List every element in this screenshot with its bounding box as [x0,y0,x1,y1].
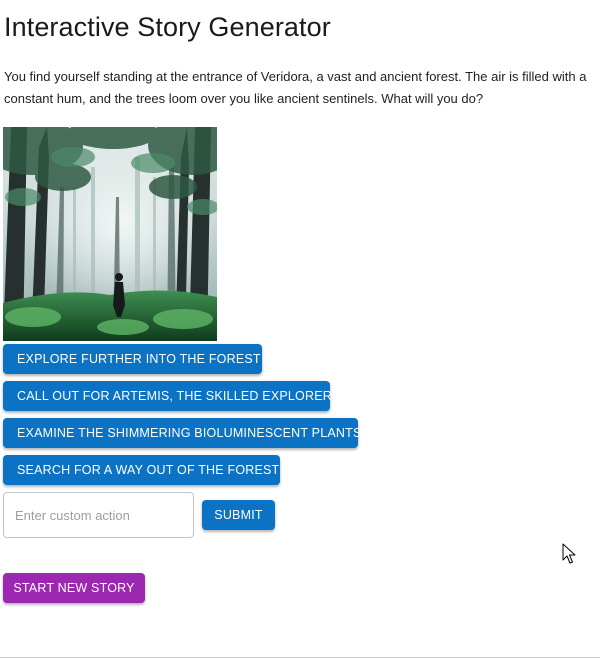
custom-action-input[interactable] [4,493,193,537]
choice-button-explore[interactable]: Explore further into the forest [3,344,262,374]
story-generator-page: Interactive Story Generator You find you… [0,0,600,659]
start-new-story-button[interactable]: Start New Story [3,573,145,603]
bottom-divider [0,657,600,658]
mouse-cursor-icon [562,543,576,564]
forest-scene-image [3,127,217,341]
choice-button-search-exit[interactable]: Search for a way out of the forest [3,455,280,485]
choice-button-call-artemis[interactable]: Call out for Artemis, the skilled explor… [3,381,332,411]
page-title: Interactive Story Generator [4,12,331,42]
submit-button[interactable]: Submit [202,500,275,530]
story-text: You find yourself standing at the entran… [4,69,587,106]
choice-button-examine-plants[interactable]: Examine the shimmering bioluminescent pl… [3,418,361,448]
custom-action-field [3,492,194,538]
